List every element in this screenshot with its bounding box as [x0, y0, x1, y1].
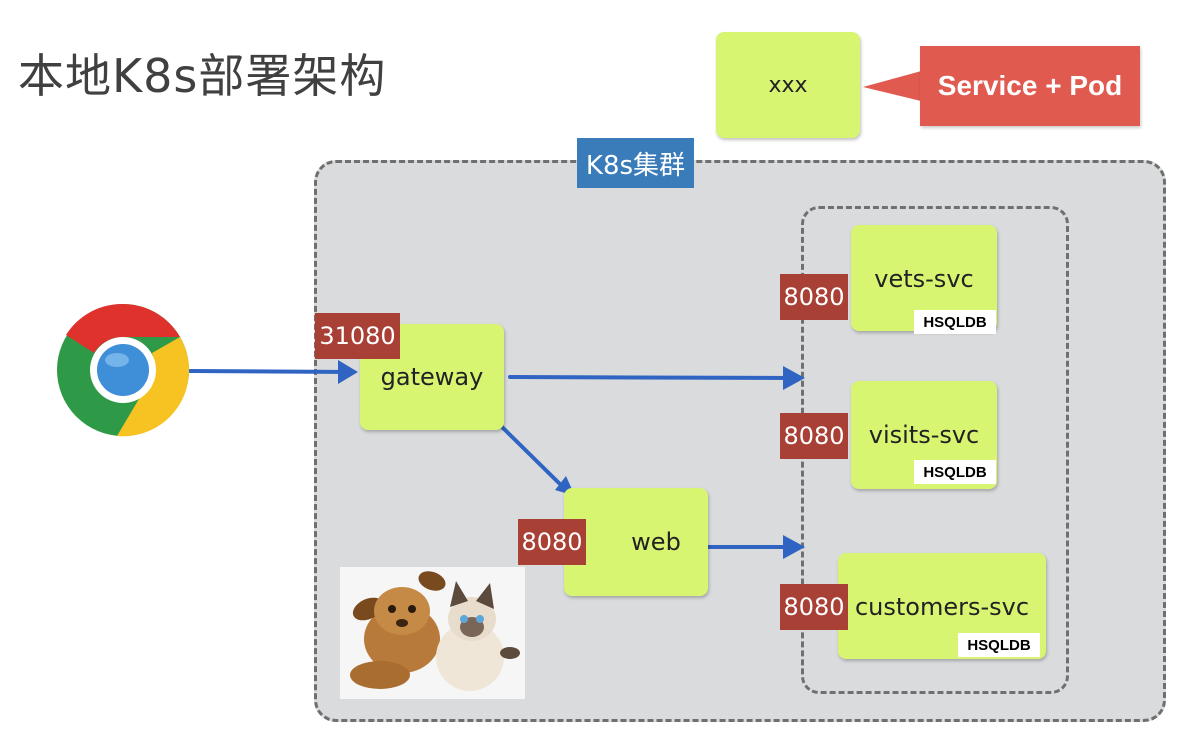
gateway-port-badge: 31080 [315, 313, 400, 359]
visits-port-badge: 8080 [780, 413, 848, 459]
vets-db-badge: HSQLDB [914, 310, 996, 334]
visits-svc-label: visits-svc [868, 421, 980, 449]
visits-db-badge: HSQLDB [914, 460, 996, 484]
chrome-browser-icon [57, 303, 190, 437]
vets-svc-label: vets-svc [874, 265, 974, 293]
web-label: web [631, 528, 681, 556]
puppy-and-kitten-photo [340, 567, 525, 699]
gateway-label: gateway [380, 363, 484, 391]
customers-svc-label: customers-svc [854, 593, 1030, 621]
customers-db-badge: HSQLDB [958, 633, 1040, 657]
customers-port-badge: 8080 [780, 584, 848, 630]
arrow-gateway-to-backend [508, 372, 798, 383]
vets-port-badge: 8080 [780, 274, 848, 320]
web-port-badge: 8080 [518, 519, 586, 565]
arrow-gateway-to-web [498, 423, 569, 493]
arrow-browser-to-gateway [188, 366, 353, 377]
